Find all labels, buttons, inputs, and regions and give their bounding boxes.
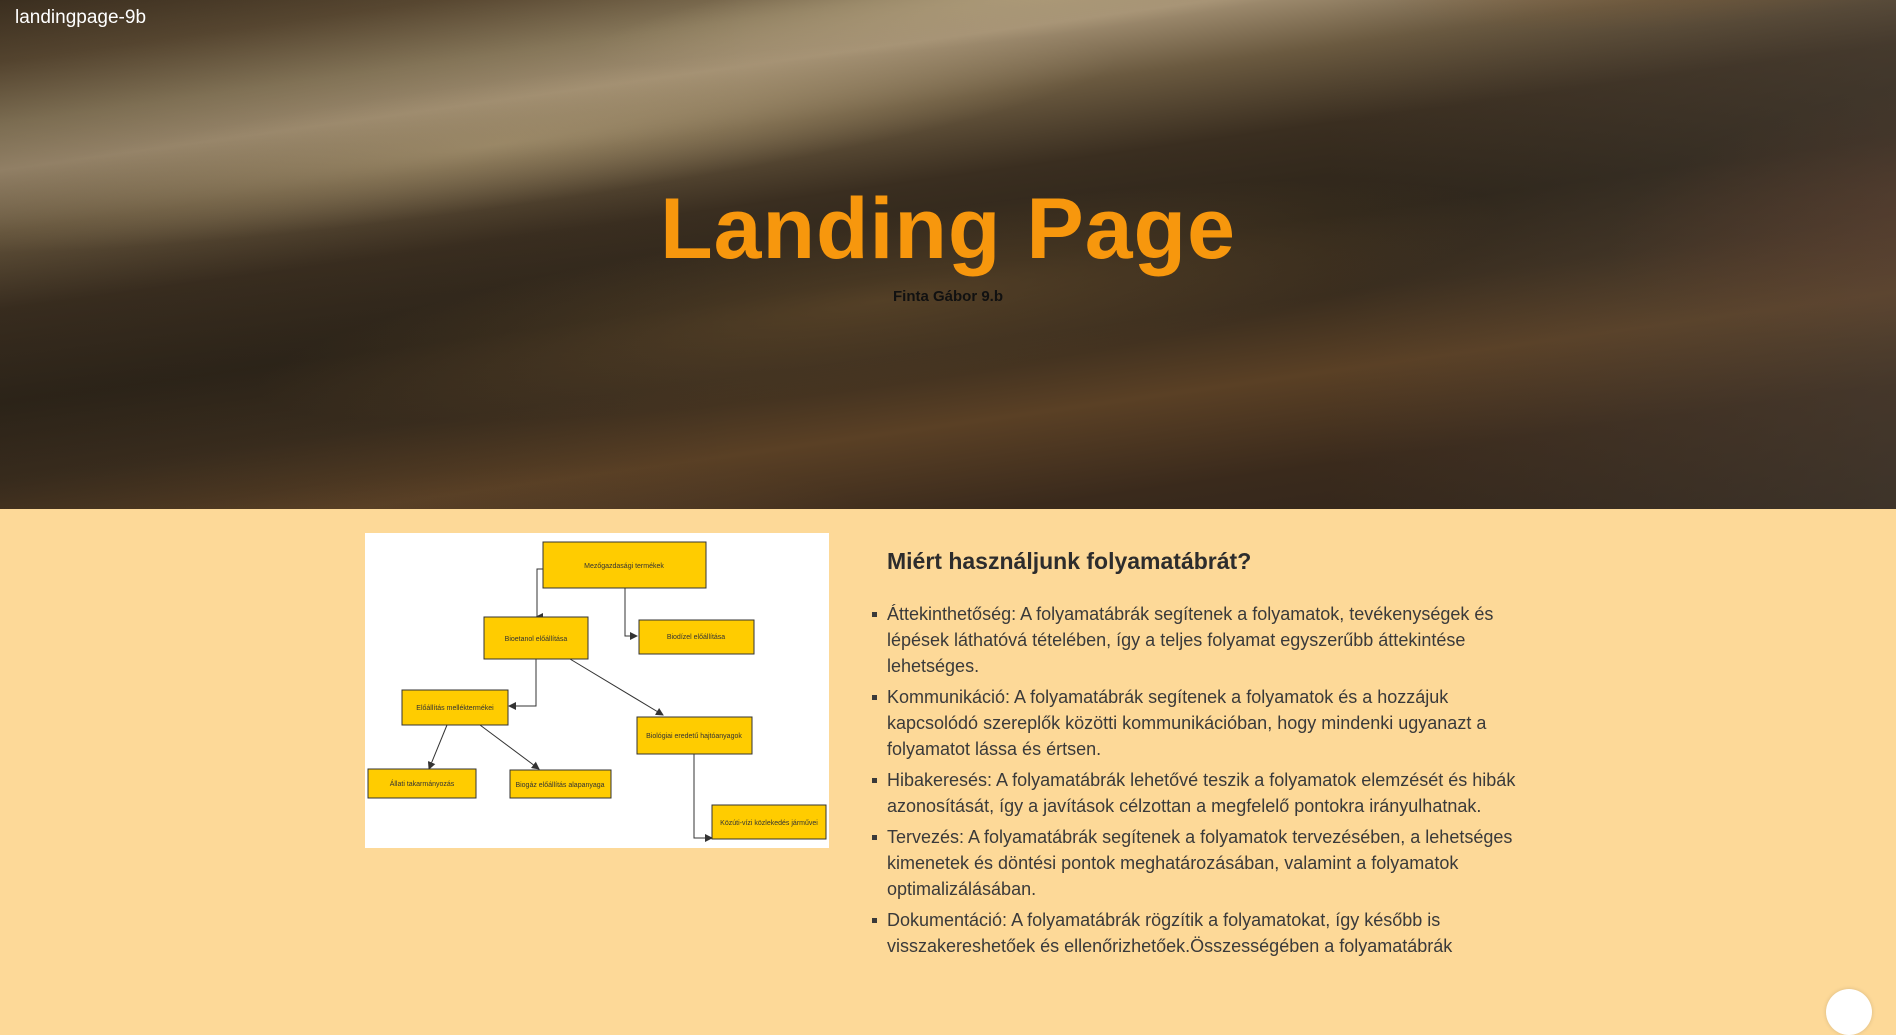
list-item-text: Dokumentáció: A folyamatábrák rögzítik a… (887, 910, 1453, 956)
page-subtitle: Finta Gábor 9.b (892, 288, 1003, 305)
flowchart-diagram: Mezőgazdasági termékek Bioetanol előállí… (367, 541, 827, 842)
why-flowchart-section: Miért használjunk folyamatábrát? Áttekin… (872, 548, 1517, 964)
svg-text:Mezőgazdasági termékek: Mezőgazdasági termékek (584, 563, 664, 570)
bullet-icon (872, 835, 877, 840)
bullet-icon (872, 918, 877, 923)
flowchart-node: Előállítás melléktermékei (401, 689, 509, 726)
brand-link[interactable]: landingpage-9b (15, 7, 146, 29)
flowchart-node: Bioetanol előállítása (483, 616, 589, 660)
benefits-list: Áttekinthetőség: A folyamatábrák segíten… (872, 601, 1517, 959)
page-title: Landing Page (660, 181, 1236, 277)
svg-text:Biogáz előállítás alapanyaga: Biogáz előállítás alapanyaga (515, 782, 604, 789)
scroll-to-top-button[interactable] (1826, 989, 1872, 1035)
bullet-icon (872, 695, 877, 700)
flowchart-image: Mezőgazdasági termékek Bioetanol előállí… (365, 533, 829, 848)
list-item-text: Áttekinthetőség: A folyamatábrák segíten… (887, 604, 1494, 676)
list-item: Tervezés: A folyamatábrák segítenek a fo… (872, 824, 1517, 902)
flowchart-node: Biológiai eredetű hajtóanyagok (636, 716, 753, 755)
bullet-icon (872, 612, 877, 617)
flowchart-node: Állati takarmányozás (367, 768, 477, 799)
list-item-text: Kommunikáció: A folyamatábrák segítenek … (887, 687, 1487, 759)
flowchart-node: Biodízel előállítása (638, 619, 755, 655)
svg-text:Előállítás melléktermékei: Előállítás melléktermékei (416, 705, 494, 712)
flowchart-node: Közúti-vízi közlekedés járművei (711, 804, 827, 840)
svg-text:Biodízel előállítása: Biodízel előállítása (667, 634, 725, 641)
list-item: Dokumentáció: A folyamatábrák rögzítik a… (872, 907, 1517, 959)
list-item: Hibakeresés: A folyamatábrák lehetővé te… (872, 767, 1517, 819)
list-item: Áttekinthetőség: A folyamatábrák segíten… (872, 601, 1517, 679)
bullet-icon (872, 778, 877, 783)
section-heading: Miért használjunk folyamatábrát? (887, 548, 1252, 574)
hero-banner: landingpage-9b Landing Page Finta Gábor … (0, 0, 1896, 509)
svg-text:Állati takarmányozás: Állati takarmányozás (390, 779, 455, 788)
svg-text:Közúti-vízi közlekedés járműve: Közúti-vízi közlekedés járművei (720, 820, 818, 827)
flowchart-node: Mezőgazdasági termékek (542, 541, 707, 589)
svg-text:Biológiai eredetű hajtóanyagok: Biológiai eredetű hajtóanyagok (646, 733, 742, 740)
flowchart-node: Biogáz előállítás alapanyaga (509, 769, 612, 799)
list-item-text: Tervezés: A folyamatábrák segítenek a fo… (887, 827, 1513, 899)
svg-text:Bioetanol előállítása: Bioetanol előállítása (505, 636, 568, 643)
list-item: Kommunikáció: A folyamatábrák segítenek … (872, 684, 1517, 762)
list-item-text: Hibakeresés: A folyamatábrák lehetővé te… (887, 770, 1516, 816)
